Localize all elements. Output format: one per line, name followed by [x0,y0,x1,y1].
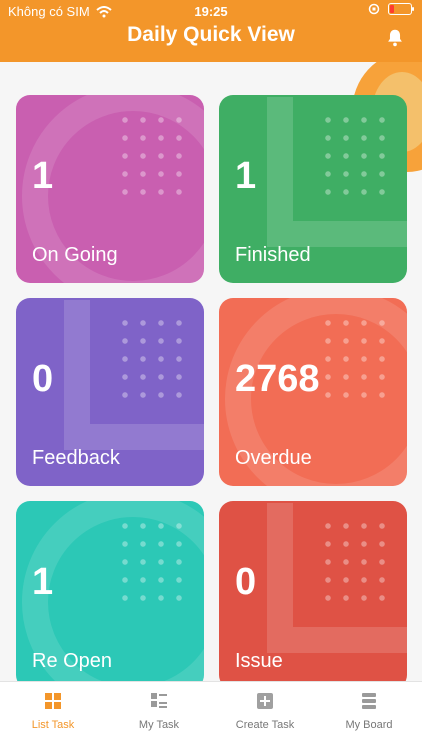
page-title: Daily Quick View [127,23,295,46]
status-card-re-open[interactable]: 1 Re Open [16,501,204,682]
status-bar: Không có SIM 19:25 [0,0,422,22]
status-card-issue[interactable]: 0 Issue [219,501,407,682]
list-icon [151,693,167,708]
status-card-feedback[interactable]: 0 Feedback [16,298,204,486]
notification-bell-icon[interactable] [384,27,406,49]
status-card-overdue[interactable]: 2768 Overdue [219,298,407,486]
tab-my-task[interactable]: My Task [106,692,212,731]
grid-icon [45,693,61,709]
card-label: Issue [235,650,283,672]
card-count: 1 [32,561,54,603]
server-icon [362,693,376,709]
card-label: Overdue [235,447,312,469]
tab-label: My Board [345,719,393,731]
status-card-finished[interactable]: 1 Finished [219,95,407,283]
card-count: 0 [235,561,257,603]
tab-label: Create Task [235,719,295,731]
card-count: 1 [32,155,54,197]
tab-my-board[interactable]: My Board [316,692,422,731]
status-time: 19:25 [194,4,228,19]
tab-create-task[interactable]: Create Task [212,692,318,731]
battery-icon [388,3,414,15]
content-area: 1 On Going 1 Finished 0 Feedback 2768 Ov… [0,62,422,682]
tab-label: My Task [138,719,180,731]
plus-square-icon [257,693,273,709]
bottom-tab-bar: List Task My Task Create Task My Board [0,681,422,750]
card-label: Feedback [32,447,120,469]
status-card-on-going[interactable]: 1 On Going [16,95,204,283]
card-count: 1 [235,155,257,197]
card-label: On Going [32,244,118,266]
card-count: 2768 [235,358,320,400]
tab-list-task[interactable]: List Task [0,692,106,731]
card-count: 0 [32,358,54,400]
tab-label: List Task [31,719,75,731]
card-label: Re Open [32,650,113,672]
rotation-lock-icon [368,3,380,15]
card-label: Finished [235,244,311,266]
app-header: Không có SIM 19:25 Daily Quick View [0,0,422,62]
